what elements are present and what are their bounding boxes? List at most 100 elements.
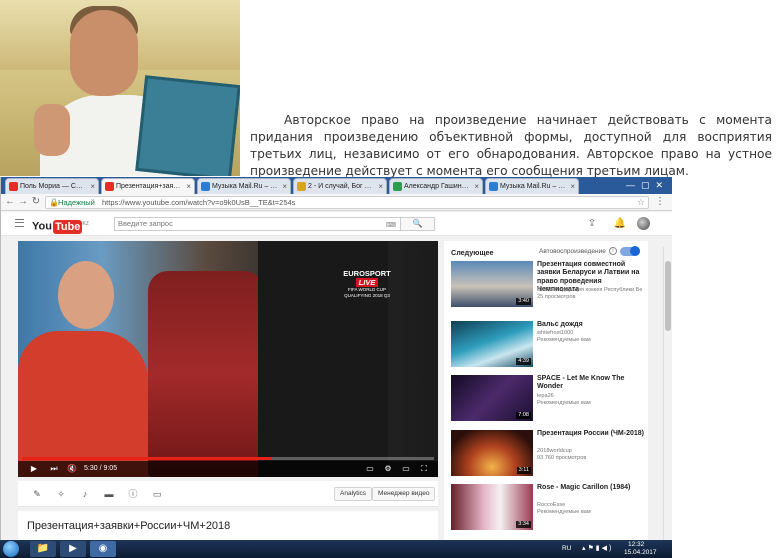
tab-favicon-icon [9,182,18,191]
clock-time[interactable]: 12:32 [628,541,644,548]
browser-tab[interactable]: Поль Мориа — Сон - тур × [5,178,99,194]
tab-bar: Поль Мориа — Сон - тур × Презентация+заявк… [1,177,672,194]
window-controls[interactable]: —▢✕ [615,179,669,191]
video-manager-button[interactable]: Менеджер видео [372,487,436,501]
recommendation-channel: whitefrost1000 [537,330,574,337]
settings-gear-icon[interactable]: ⚙ [382,461,394,477]
recommendation-channel: RoccoEsse [537,501,566,508]
forward-icon[interactable]: → [17,196,29,208]
tab-close-icon[interactable]: × [186,179,191,194]
avatar[interactable] [637,217,650,230]
video-title: Презентация+заявки+России+ЧМ+2018 [27,520,231,532]
browser-menu-icon[interactable]: ⋮ [655,196,665,207]
player-controls: ▶ ⏭ 🔇 5:30 / 9:05 ▭ ⚙ ▭ ⛶ [18,461,438,477]
bookmark-star-icon[interactable]: ☆ [637,197,645,208]
youtube-header: You Tube KZ Введите запрос ⌨ 🔍 ⇪ 🔔 [1,212,672,236]
media-player-icon[interactable]: ▶ [60,541,86,557]
autoplay-toggle[interactable] [620,246,640,256]
chrome-icon[interactable]: ◉ [90,541,116,557]
url-field[interactable]: 🔒 Надежный https://www.youtube.com/watch… [45,196,649,209]
back-icon[interactable]: ← [4,196,16,208]
tab-favicon-icon [297,182,306,191]
recommendation-meta: 93 760 просмотров [537,454,587,461]
recommendation-title[interactable]: SPACE - Let Me Know The Wonder [537,375,645,392]
tray-icons[interactable]: ▴⚑▮◀) [582,544,613,552]
reload-icon[interactable]: ↻ [30,196,42,208]
mute-icon[interactable]: 🔇 [66,461,78,477]
language-indicator[interactable]: RU [562,545,571,552]
video-duration: 3:11 [516,467,531,474]
progress-fill [22,457,272,460]
clock-date[interactable]: 15.04.2017 [624,549,657,556]
video-thumbnail[interactable]: 3:34 [451,484,533,530]
browser-tab[interactable]: Александр Гашин: упр × [389,178,483,194]
video-duration: 7:08 [516,412,531,419]
recommendation-meta: Рекомендуемые вам [537,508,591,515]
subtitles-cc-icon[interactable]: ▭ [150,487,164,501]
recommendations-sidebar: Следующее Автовоспроизведение i 3:40 През… [444,241,648,540]
progress-bar[interactable] [22,457,434,460]
tab-favicon-icon [201,182,210,191]
start-button[interactable] [3,541,19,557]
tab-label: Презентация+заявки+Р [116,183,193,190]
video-thumbnail[interactable]: 4:39 [451,321,533,367]
recommendation-title[interactable]: Презентация России (ЧМ-2018) [537,430,645,438]
browser-tab[interactable]: Музыка Mail.Ru – слуша × [197,178,291,194]
recommendation-title[interactable]: Вальс дождя [537,321,645,329]
recommendation-item[interactable]: 3:34 Rose - Magic Carillon (1984) RoccoEss… [451,484,645,532]
page-scrollbar[interactable] [663,247,672,540]
time-display: 5:30 / 9:05 [84,465,118,472]
explorer-folder-icon[interactable]: 📁 [30,541,56,557]
keyboard-icon[interactable]: ⌨ [386,220,396,232]
tab-close-icon[interactable]: × [90,179,95,194]
recommendation-item[interactable]: 4:39 Вальс дождя whitefrost1000 Рекомендуем… [451,321,645,369]
next-icon[interactable]: ⏭ [48,461,60,477]
recommendation-meta: 25 просмотров [537,294,576,301]
recommendation-item[interactable]: 3:40 Презентация совместной заявки Белару… [451,261,645,309]
tab-close-icon[interactable]: × [378,179,383,194]
tab-close-icon[interactable]: × [570,179,575,194]
info-icon[interactable]: ⓘ [126,487,140,501]
browser-tab[interactable]: Музыка Mail.Ru – слуша × [485,178,579,194]
video-frame: EUROSPORT LIVE FIFA WORLD CUP QUALIFYING… [18,241,438,477]
theater-mode-icon[interactable]: ▭ [400,461,412,477]
recommendation-item[interactable]: 7:08 SPACE - Let Me Know The Wonder lepa26… [451,375,645,423]
autoplay-info-icon[interactable]: i [609,247,617,255]
fullscreen-icon[interactable]: ⛶ [418,461,430,477]
browser-tab[interactable]: Презентация+заявки+Р × [101,178,195,194]
analytics-button[interactable]: Analytics [334,487,373,501]
recommendation-item[interactable]: 3:11 Презентация России (ЧМ-2018) 2018worl… [451,430,645,478]
browser-tab[interactable]: 2 - И случай, Бог изобр × [293,178,387,194]
recommendation-channel: lepa26 [537,392,554,399]
youtube-logo[interactable]: You Tube KZ [32,217,89,234]
tab-close-icon[interactable]: × [474,179,479,194]
video-duration: 4:39 [516,358,531,365]
video-duration: 3:34 [516,521,531,528]
audio-note-icon[interactable]: ♪ [78,487,92,501]
notifications-bell-icon[interactable]: 🔔 [613,217,627,231]
recommendation-meta: Рекомендуемые вам [537,337,591,344]
hamburger-menu-icon[interactable] [15,219,24,227]
tab-label: 2 - И случай, Бог изобр [308,183,384,190]
video-thumbnail[interactable]: 3:11 [451,430,533,476]
upload-icon[interactable]: ⇪ [585,217,599,231]
video-player[interactable]: EUROSPORT LIVE FIFA WORLD CUP QUALIFYING… [18,241,438,477]
webcam-photo [0,0,240,176]
address-bar: ← → ↻ 🔒 Надежный https://www.youtube.com… [1,194,672,211]
edit-pencil-icon[interactable]: ✎ [30,487,44,501]
video-thumbnail[interactable]: 3:40 [451,261,533,307]
tab-label: Александр Гашин: упр [404,183,477,190]
annotations-icon[interactable]: ▬ [102,487,116,501]
video-thumbnail[interactable]: 7:08 [451,375,533,421]
play-icon[interactable]: ▶ [28,461,40,477]
search-button[interactable]: 🔍 [401,217,435,231]
scroll-thumb[interactable] [665,261,671,331]
search-input[interactable]: Введите запрос ⌨ [114,217,401,231]
copyright-paragraph: Авторское право на произведение начинает… [250,113,772,178]
recommendation-meta: Рекомендуемые вам [537,399,591,406]
subtitles-icon[interactable]: ▭ [364,461,376,477]
enhance-wand-icon[interactable]: ✧ [54,487,68,501]
windows-taskbar: 📁 ▶ ◉ RU ▴⚑▮◀) 12:32 15.04.2017 [0,540,672,558]
recommendation-title[interactable]: Rose - Magic Carillon (1984) [537,484,645,492]
tab-close-icon[interactable]: × [282,179,287,194]
